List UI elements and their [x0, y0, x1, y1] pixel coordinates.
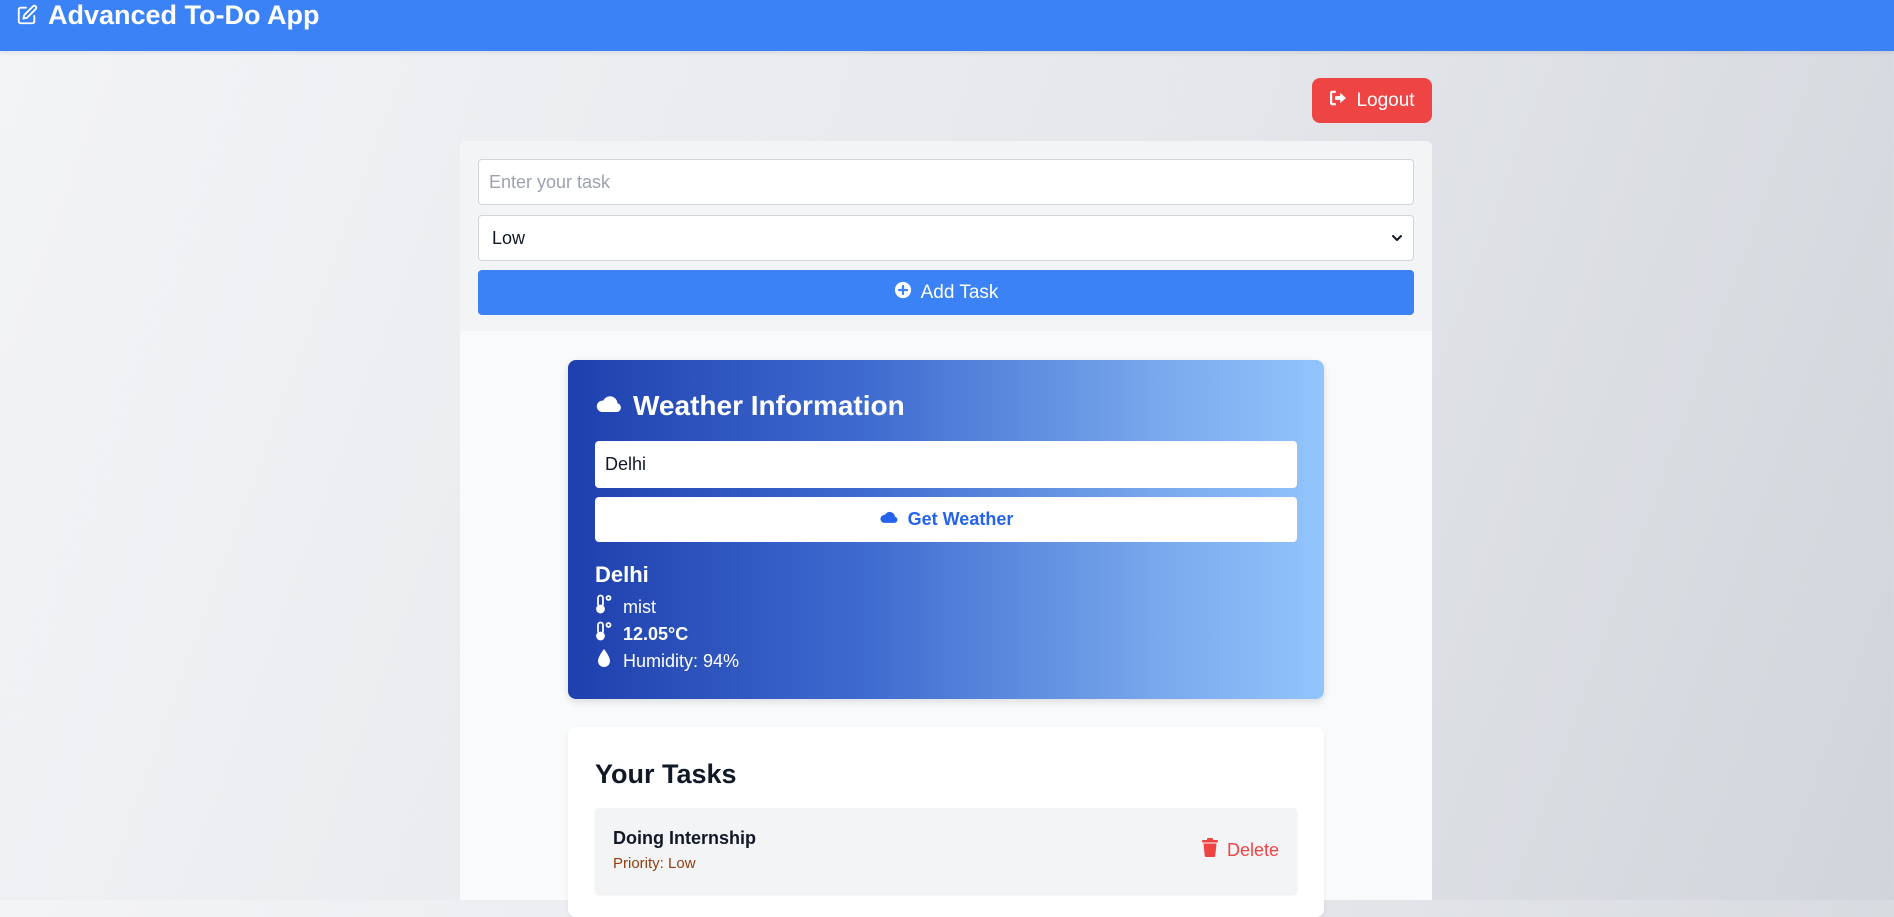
tasks-card: Your Tasks Doing Internship Priority: Lo… — [568, 727, 1324, 917]
cloud-icon — [879, 509, 899, 530]
logout-button[interactable]: Logout — [1312, 78, 1432, 123]
priority-select[interactable]: Low — [478, 215, 1414, 261]
weather-title-text: Weather Information — [633, 390, 905, 421]
trash-icon — [1201, 838, 1218, 862]
priority-selected-value: Low — [492, 227, 526, 248]
weather-description: mist — [623, 597, 656, 617]
thermometer-icon — [595, 621, 613, 647]
delete-label: Delete — [1226, 839, 1279, 860]
add-task-button[interactable]: Add Task — [478, 270, 1414, 315]
get-weather-label: Get Weather — [907, 509, 1014, 529]
app-header: Advanced To-Do App — [0, 0, 1894, 51]
task-name: Doing Internship — [613, 828, 756, 848]
weather-description-row: mist — [595, 594, 656, 620]
weather-card: Weather Information Get Weather Delhi mi… — [568, 360, 1324, 699]
task-form: Low Add Task — [460, 141, 1432, 331]
water-drop-icon — [595, 648, 613, 674]
thermometer-icon — [595, 594, 613, 620]
cloud-icon — [595, 388, 623, 424]
task-item: Doing Internship Priority: Low Delete — [595, 808, 1297, 894]
sign-out-icon — [1329, 90, 1347, 112]
app-brand: Advanced To-Do App — [16, 0, 320, 33]
add-task-label: Add Task — [920, 281, 999, 303]
weather-city: Delhi — [595, 562, 649, 587]
get-weather-button[interactable]: Get Weather — [595, 497, 1297, 542]
weather-title: Weather Information — [595, 388, 905, 424]
city-input[interactable] — [595, 441, 1297, 488]
logout-label: Logout — [1356, 89, 1415, 111]
chevron-down-icon — [1391, 228, 1403, 249]
edit-square-icon — [16, 4, 38, 26]
weather-temperature-row: 12.05°C — [595, 621, 688, 647]
tasks-heading: Your Tasks — [595, 759, 737, 789]
weather-humidity: Humidity: 94% — [623, 651, 740, 671]
task-priority: Priority: Low — [613, 855, 696, 872]
app-title: Advanced To-Do App — [48, 0, 320, 30]
plus-circle-icon — [894, 281, 912, 305]
weather-temperature: 12.05°C — [623, 624, 689, 644]
delete-task-button[interactable]: Delete — [1201, 838, 1279, 862]
weather-humidity-row: Humidity: 94% — [595, 648, 739, 674]
task-input[interactable] — [478, 159, 1414, 205]
